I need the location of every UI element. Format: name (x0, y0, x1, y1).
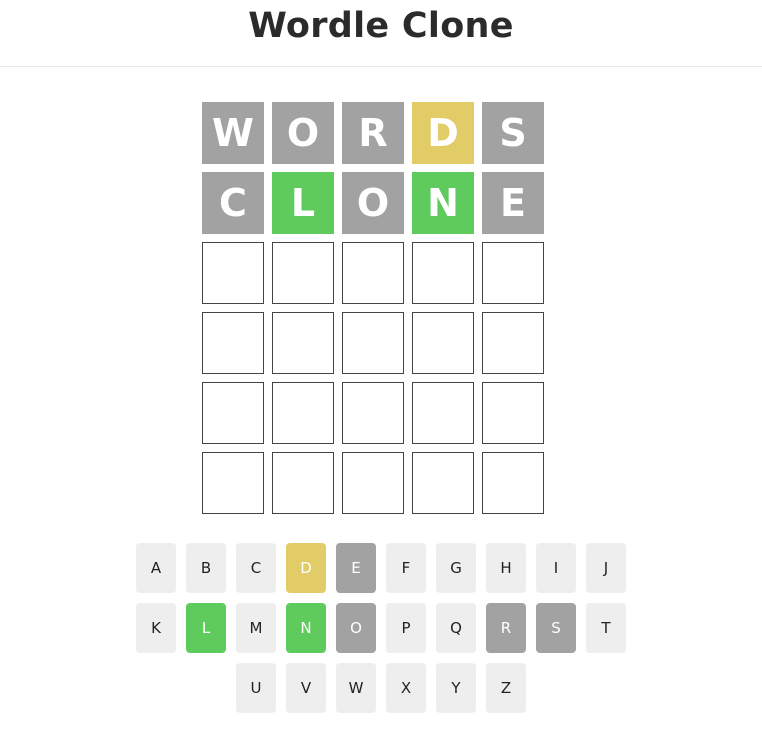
key-w[interactable]: W (336, 663, 376, 713)
key-m[interactable]: M (236, 603, 276, 653)
board-tile-r3-c3 (342, 242, 404, 304)
keyboard-row-3: UVWXYZ (0, 663, 762, 713)
board-tile-r5-c2 (272, 382, 334, 444)
board-tile-r1-c4: D (412, 102, 474, 164)
key-e[interactable]: E (336, 543, 376, 593)
key-k[interactable]: K (136, 603, 176, 653)
board-tile-r2-c2: L (272, 172, 334, 234)
board-tile-r4-c5 (482, 312, 544, 374)
key-z[interactable]: Z (486, 663, 526, 713)
board-tile-r2-c1: C (202, 172, 264, 234)
key-d[interactable]: D (286, 543, 326, 593)
board-tile-r3-c5 (482, 242, 544, 304)
board-tile-r1-c3: R (342, 102, 404, 164)
board-tile-r5-c3 (342, 382, 404, 444)
key-a[interactable]: A (136, 543, 176, 593)
board-tile-r3-c1 (202, 242, 264, 304)
app-header: Wordle Clone (0, 0, 762, 67)
key-j[interactable]: J (586, 543, 626, 593)
key-b[interactable]: B (186, 543, 226, 593)
board-tile-r3-c4 (412, 242, 474, 304)
key-u[interactable]: U (236, 663, 276, 713)
key-i[interactable]: I (536, 543, 576, 593)
key-q[interactable]: Q (436, 603, 476, 653)
key-h[interactable]: H (486, 543, 526, 593)
board-tile-r2-c4: N (412, 172, 474, 234)
keyboard-row-1: ABCDEFGHIJ (0, 543, 762, 593)
board-tile-r6-c3 (342, 452, 404, 514)
board-tile-r1-c5: S (482, 102, 544, 164)
key-f[interactable]: F (386, 543, 426, 593)
board-tile-r6-c1 (202, 452, 264, 514)
board-tile-r6-c2 (272, 452, 334, 514)
key-t[interactable]: T (586, 603, 626, 653)
board-tile-r6-c5 (482, 452, 544, 514)
key-v[interactable]: V (286, 663, 326, 713)
page-title: Wordle Clone (248, 6, 514, 46)
key-g[interactable]: G (436, 543, 476, 593)
board-tile-r5-c1 (202, 382, 264, 444)
key-l[interactable]: L (186, 603, 226, 653)
board-tile-r4-c1 (202, 312, 264, 374)
board-tile-r5-c4 (412, 382, 474, 444)
on-screen-keyboard: ABCDEFGHIJ KLMNOPQRST UVWXYZ (0, 543, 762, 723)
board-tile-r4-c4 (412, 312, 474, 374)
key-y[interactable]: Y (436, 663, 476, 713)
key-s[interactable]: S (536, 603, 576, 653)
key-n[interactable]: N (286, 603, 326, 653)
board-tile-r4-c3 (342, 312, 404, 374)
key-p[interactable]: P (386, 603, 426, 653)
board-tile-r1-c1: W (202, 102, 264, 164)
key-c[interactable]: C (236, 543, 276, 593)
board-tile-r6-c4 (412, 452, 474, 514)
board-tile-r2-c5: E (482, 172, 544, 234)
key-r[interactable]: R (486, 603, 526, 653)
board-tile-r5-c5 (482, 382, 544, 444)
key-o[interactable]: O (336, 603, 376, 653)
board-tile-r1-c2: O (272, 102, 334, 164)
board-tile-r4-c2 (272, 312, 334, 374)
key-x[interactable]: X (386, 663, 426, 713)
keyboard-row-2: KLMNOPQRST (0, 603, 762, 653)
board-tile-r3-c2 (272, 242, 334, 304)
board-tile-r2-c3: O (342, 172, 404, 234)
game-board: WORDSCLONE (202, 102, 544, 514)
